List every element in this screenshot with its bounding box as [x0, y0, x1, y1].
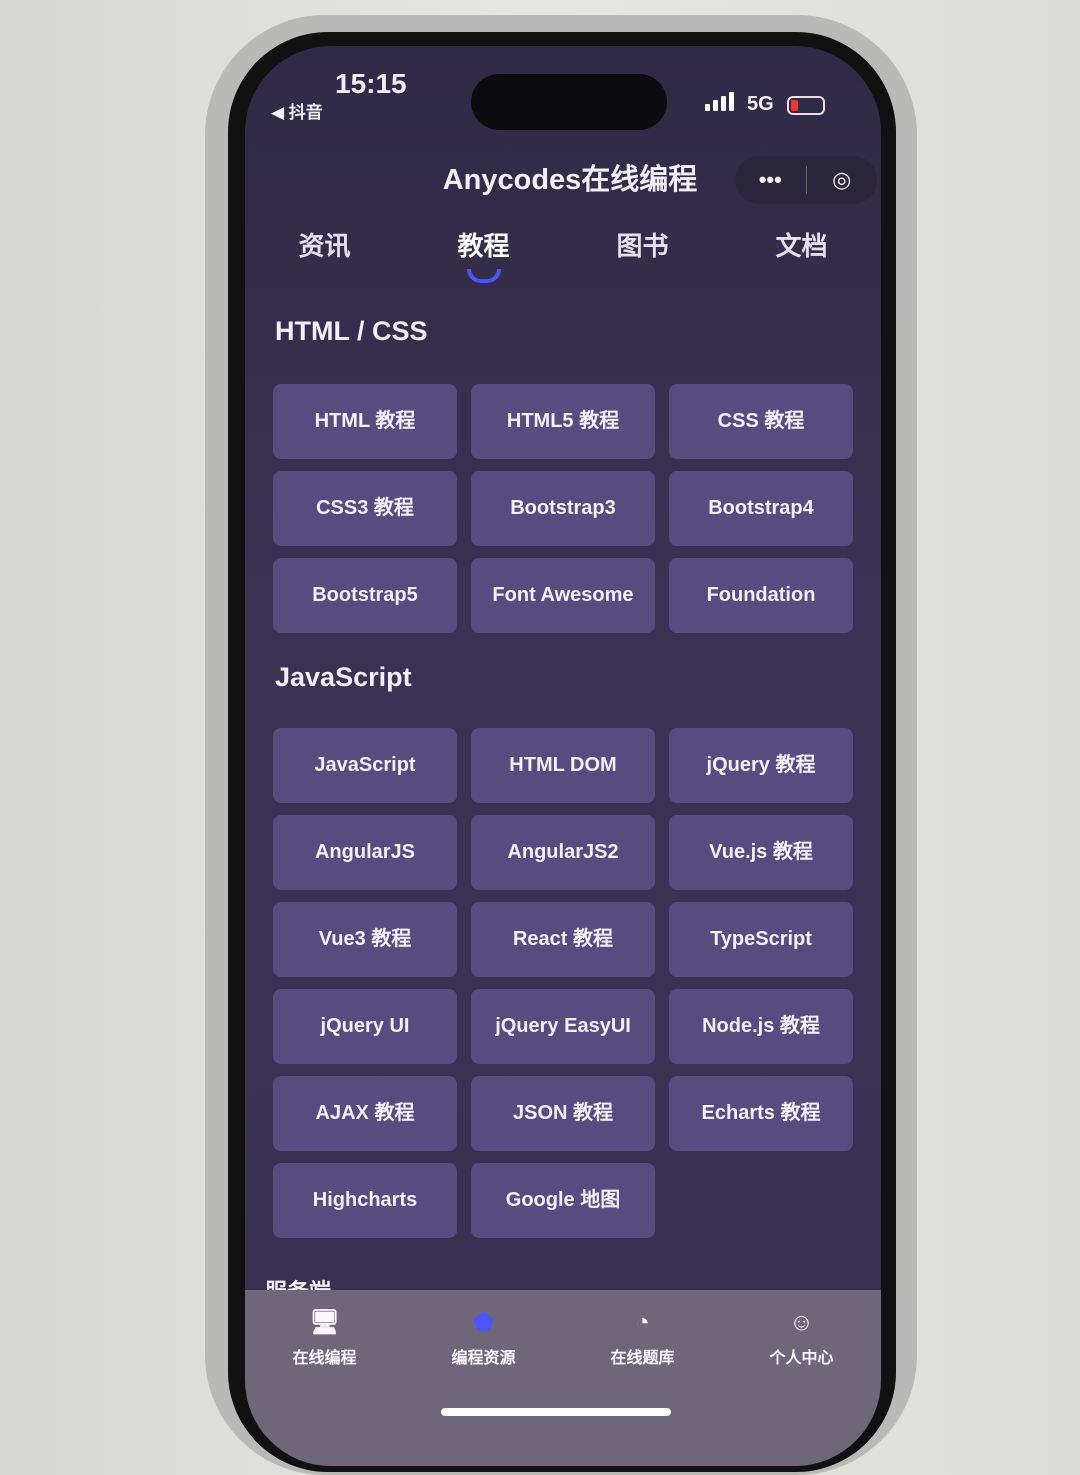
tab-label: 教程: [457, 231, 510, 261]
tab-books[interactable]: 图书: [563, 226, 722, 283]
tutorial-button[interactable]: AJAX 教程: [273, 1076, 457, 1151]
section-title-html-css: HTML / CSS: [275, 316, 428, 346]
nav-profile[interactable]: ☺ 个人中心: [722, 1308, 881, 1466]
tutorial-button[interactable]: jQuery UI: [273, 989, 457, 1064]
tutorial-button[interactable]: Echarts 教程: [669, 1076, 853, 1151]
graduation-cap-icon: ⬟: [473, 1309, 494, 1336]
nav-label: 个人中心: [769, 1350, 834, 1367]
close-target-icon[interactable]: ◎: [807, 167, 878, 193]
tutorial-button[interactable]: Highcharts: [273, 1163, 457, 1238]
more-icon[interactable]: •••: [735, 167, 806, 193]
section-title-server: 服务端: [265, 1274, 331, 1290]
nav-label: 在线题库: [610, 1350, 675, 1367]
category-tabs: 资讯 教程 图书 文档: [245, 226, 881, 283]
tutorial-button[interactable]: HTML5 教程: [471, 384, 655, 459]
tutorial-button[interactable]: Foundation: [669, 558, 853, 633]
tutorial-button[interactable]: JavaScript: [273, 728, 457, 803]
status-time: 15:15: [335, 68, 407, 99]
pie-chart-icon: ◔: [635, 1309, 650, 1336]
nav-coding-resources[interactable]: ⬟ 编程资源: [404, 1308, 563, 1466]
battery-icon: [787, 96, 825, 115]
tab-news[interactable]: 资讯: [245, 226, 404, 283]
tutorial-button[interactable]: React 教程: [471, 902, 655, 977]
tutorial-button[interactable]: jQuery EasyUI: [471, 989, 655, 1064]
tutorial-button[interactable]: AngularJS: [273, 815, 457, 890]
tutorial-button[interactable]: JSON 教程: [471, 1076, 655, 1151]
tutorial-button[interactable]: HTML 教程: [273, 384, 457, 459]
tab-docs[interactable]: 文档: [722, 226, 881, 283]
miniprogram-capsule: ••• ◎: [735, 156, 877, 204]
nav-question-bank[interactable]: ◔ 在线题库: [563, 1308, 722, 1466]
back-to-app-link[interactable]: ◀ 抖音: [271, 98, 323, 123]
tutorial-button[interactable]: jQuery 教程: [669, 728, 853, 803]
javascript-grid: JavaScript HTML DOM jQuery 教程 AngularJS Angu…: [273, 728, 857, 1238]
tutorial-button[interactable]: Vue3 教程: [273, 902, 457, 977]
tutorial-button[interactable]: Bootstrap5: [273, 558, 457, 633]
tutorial-button[interactable]: Bootstrap3: [471, 471, 655, 546]
phone-screen: 15:15 ◀ 抖音 5G Anycodes在线编程 ••• ◎ 资讯 教程 图…: [245, 46, 881, 1466]
section-title-javascript: JavaScript: [275, 662, 412, 692]
tab-label: 文档: [775, 231, 828, 261]
nav-label: 在线编程: [292, 1350, 357, 1367]
home-indicator[interactable]: [441, 1408, 671, 1416]
tutorial-button[interactable]: TypeScript: [669, 902, 853, 977]
tab-tutorials[interactable]: 教程: [404, 226, 563, 283]
dynamic-island: [471, 74, 667, 130]
tutorial-button[interactable]: Vue.js 教程: [669, 815, 853, 890]
tutorial-button[interactable]: AngularJS2: [471, 815, 655, 890]
tab-label: 图书: [616, 231, 669, 261]
active-tab-indicator: [466, 269, 501, 283]
tab-label: 资讯: [298, 231, 351, 261]
tutorial-button[interactable]: CSS3 教程: [273, 471, 457, 546]
tutorial-button[interactable]: CSS 教程: [669, 384, 853, 459]
tutorial-button[interactable]: Node.js 教程: [669, 989, 853, 1064]
tutorial-button[interactable]: HTML DOM: [471, 728, 655, 803]
tutorial-button[interactable]: Bootstrap4: [669, 471, 853, 546]
code-monitor-icon: 🖥: [309, 1309, 340, 1336]
nav-label: 编程资源: [451, 1350, 516, 1367]
tutorial-button[interactable]: Font Awesome: [471, 558, 655, 633]
network-type: 5G: [747, 93, 774, 115]
tutorial-button[interactable]: Google 地图: [471, 1163, 655, 1238]
robot-avatar-icon: ☺: [789, 1309, 814, 1336]
html-css-grid: HTML 教程 HTML5 教程 CSS 教程 CSS3 教程 Bootstrap3 Bo…: [273, 384, 857, 633]
signal-icon: [705, 92, 734, 111]
nav-online-coding[interactable]: 🖥 在线编程: [245, 1308, 404, 1466]
